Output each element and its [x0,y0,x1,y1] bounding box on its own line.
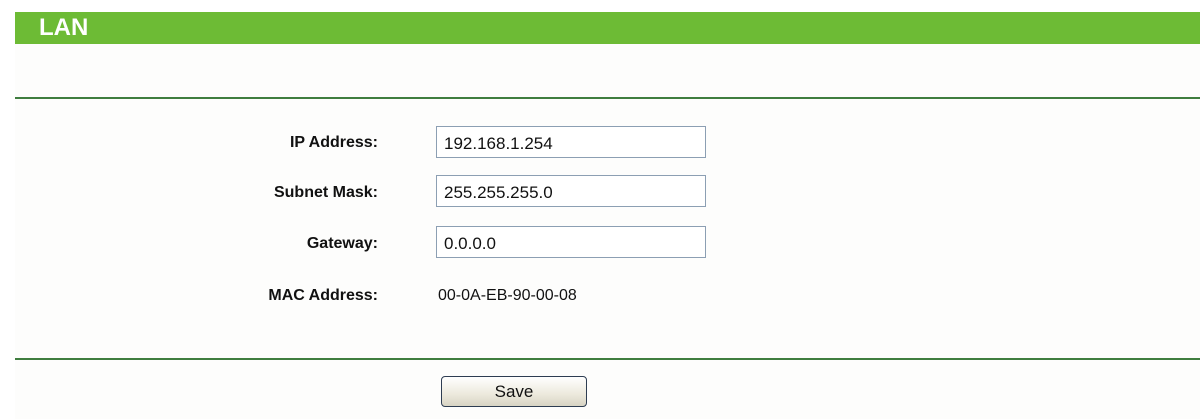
section-header: LAN [15,12,1200,44]
ip-address-label: IP Address: [289,134,378,151]
bottom-divider [15,358,1200,360]
section-title: LAN [39,14,89,41]
mac-address-label: MAC Address: [268,287,378,304]
ip-address-input[interactable] [436,126,706,158]
lan-settings-page: LAN IP Address: Subnet Mask: Gateway: MA… [0,0,1200,419]
save-button[interactable]: Save [441,376,587,407]
gateway-label: Gateway: [306,235,378,252]
subnet-mask-label: Subnet Mask: [273,184,378,201]
subnet-mask-input[interactable] [436,175,706,207]
gateway-input[interactable] [436,226,706,258]
top-divider [15,97,1200,99]
mac-address-value: 00-0A-EB-90-00-08 [438,287,577,304]
